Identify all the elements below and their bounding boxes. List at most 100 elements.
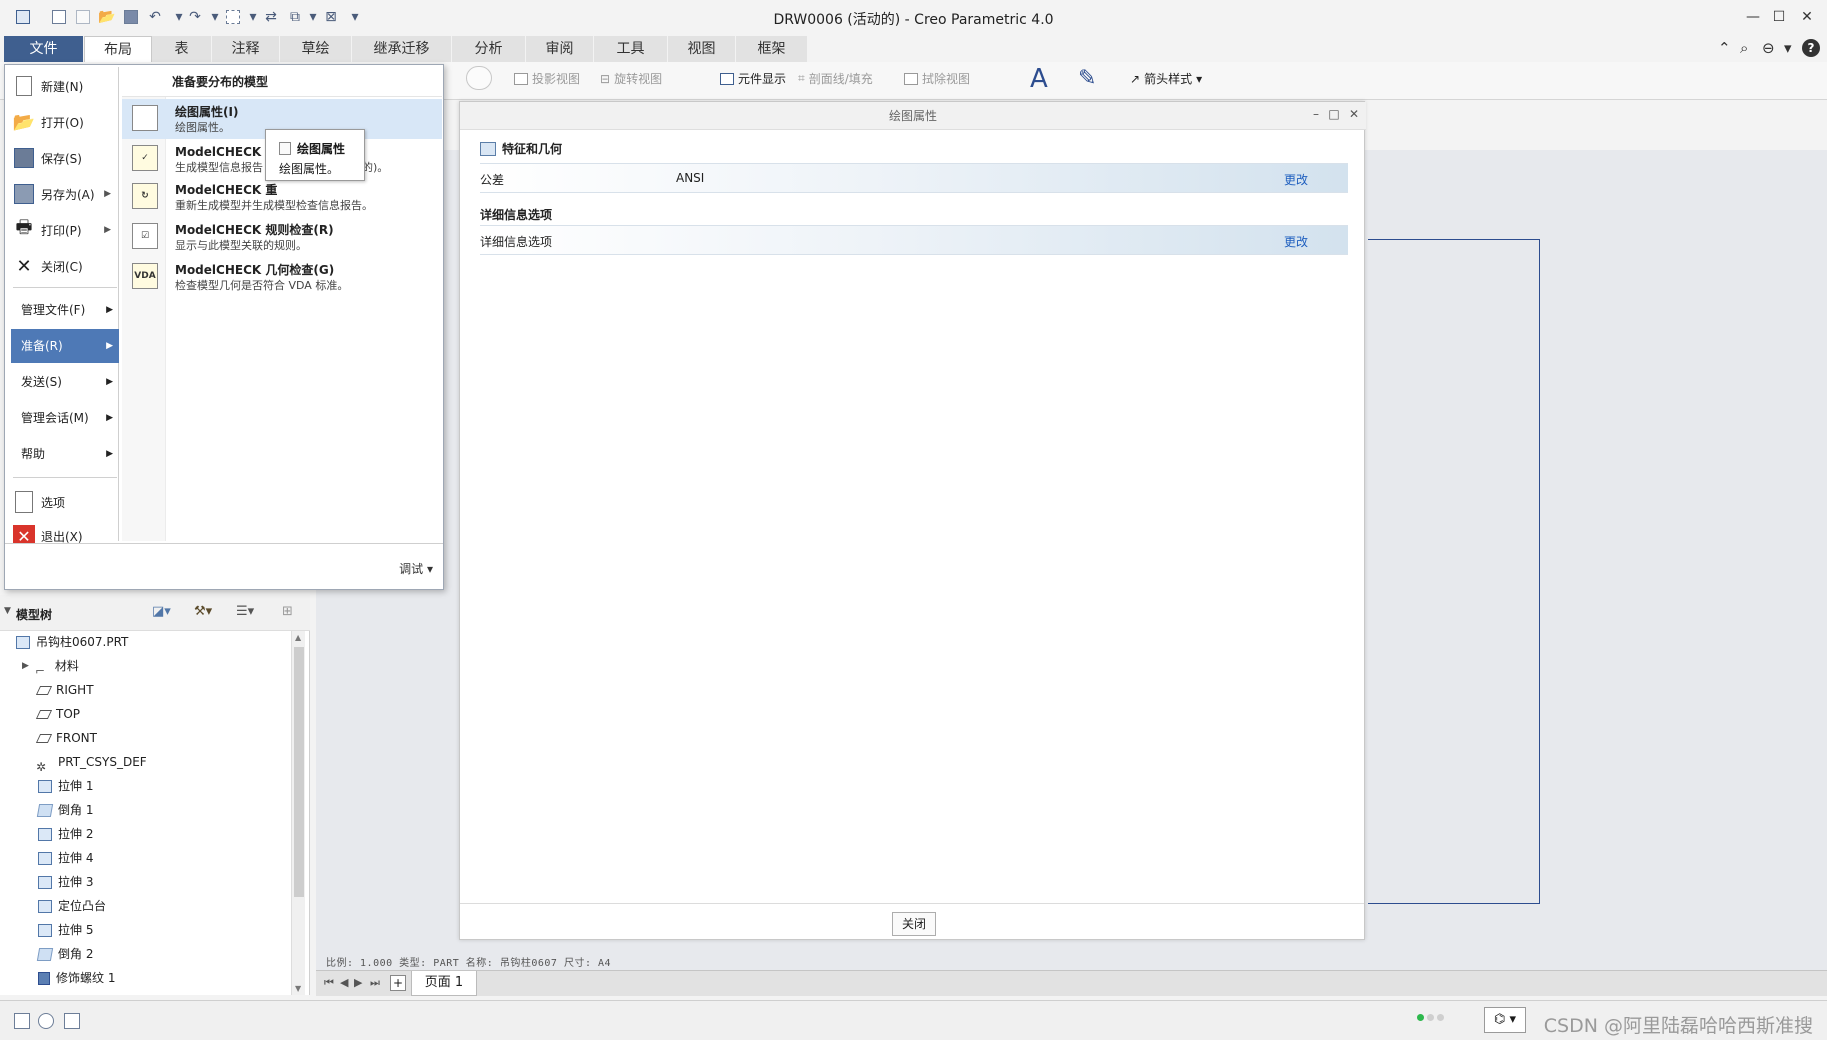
erase-view-button[interactable]: 拭除视图 [904,70,970,87]
browser-toggle-icon[interactable] [38,1013,54,1029]
tab-sketch[interactable]: 草绘 [280,36,352,62]
selection-filter-button[interactable]: ⌬ ▾ [1484,1007,1526,1033]
datum-plane-icon [35,709,53,719]
tree-item-part[interactable]: 吊钩柱0607.PRT [16,631,128,653]
tree-item-chamfer-2[interactable]: 倒角 2 [36,943,93,965]
tree-item-extrude-3[interactable]: 拉伸 3 [38,871,93,893]
options-button[interactable]: 选项 [11,485,117,519]
manage-session-button[interactable]: 管理会话(M) ▶ [11,401,119,435]
prev-page-icon[interactable]: ◀ [340,976,348,989]
detail-options-change-link[interactable]: 更改 [1284,233,1308,250]
tree-item-right[interactable]: RIGHT [35,679,94,701]
general-view-icon[interactable] [466,66,492,90]
navigator-toggle-icon[interactable] [14,1013,30,1029]
tree-item-extrude-4[interactable]: 拉伸 4 [38,847,93,869]
component-display-button[interactable]: 元件显示 [720,70,786,87]
print-button[interactable]: 🖶 打印(P) ▶ [11,213,117,247]
filter-list-icon[interactable]: ☰▾ [236,604,254,619]
scrollbar-thumb[interactable] [294,647,304,897]
text-style-icon[interactable]: A [1030,64,1048,94]
menu-separator [13,477,117,478]
save-as-button[interactable]: 另存为(A) ▶ [11,177,117,211]
save-as-icon [11,181,37,207]
tab-tools[interactable]: 工具 [594,36,668,62]
new-button[interactable]: 新建(N) [11,69,117,103]
modelcheck-check-icon: ✓ [132,145,158,171]
modelcheck-geometry-item[interactable]: VDA ModelCHECK 几何检查(G) 检查模型几何是否符合 VDA 标准… [122,257,442,297]
line-style-icon[interactable]: ✎ [1078,66,1096,91]
drawing-properties-tooltip: 绘图属性 绘图属性。 [265,129,365,181]
manage-file-button[interactable]: 管理文件(F) ▶ [11,293,119,327]
scroll-down-icon[interactable]: ▼ [295,984,301,993]
modelcheck-rules-item[interactable]: ☑ ModelCHECK 规则检查(R) 显示与此模型关联的规则。 [122,217,442,257]
tab-file[interactable]: 文件 [4,36,84,62]
expand-triangle-icon[interactable]: ▶ [22,655,29,677]
tab-layout[interactable]: 布局 [84,36,152,62]
first-page-icon[interactable]: ⏮ [324,976,334,990]
tolerance-change-link[interactable]: 更改 [1284,171,1308,188]
open-folder-icon: 📂 [12,111,36,133]
tree-item-extrude-1[interactable]: 拉伸 1 [38,775,93,797]
minimize-button[interactable]: — [1740,6,1766,28]
next-page-icon[interactable]: ▶ [354,976,362,989]
section-detail-options: 详细信息选项 [480,208,553,222]
community-icon[interactable]: ⊖ [1762,39,1775,57]
community-dropdown-icon[interactable]: ▾ [1784,39,1792,57]
rotate-view-button[interactable]: ⊟ 旋转视图 [600,70,662,87]
tree-item-locating-boss[interactable]: 定位凸台 [38,895,106,917]
send-button[interactable]: 发送(S) ▶ [11,365,119,399]
save-button[interactable]: 保存(S) [11,141,117,175]
fullscreen-toggle-icon[interactable] [64,1013,80,1029]
print-icon: 🖶 [15,217,33,238]
tree-item-front[interactable]: FRONT [35,727,97,749]
modelcheck-regenerate-item[interactable]: ↻ ModelCHECK 重 重新生成模型并生成模型检查信息报告。 [122,177,442,217]
section-fill-button[interactable]: ⌗ 剖面线/填充 [798,70,873,87]
maximize-button[interactable]: ☐ [1766,6,1792,28]
submenu-arrow-icon: ▶ [106,305,113,315]
prepare-button[interactable]: 准备(R) ▶ [11,329,119,363]
tolerance-label: 公差 [480,173,505,187]
tab-table[interactable]: 表 [152,36,212,62]
projection-view-button[interactable]: 投影视图 [514,70,580,87]
tree-item-cosmetic-thread[interactable]: 修饰螺纹 1 [38,967,115,989]
tree-item-csys[interactable]: ✲ PRT_CSYS_DEF [36,751,147,774]
dialog-maximize-icon[interactable]: □ [1326,107,1342,121]
arrow-style-button[interactable]: ↗ 箭头样式 ▾ [1130,70,1202,87]
close-icon: ✕ [16,255,32,277]
extrude-icon [38,779,52,793]
tree-columns-icon[interactable]: ⊞ [282,604,293,619]
tree-item-material[interactable]: ▶ ⌐ 材料 [22,655,79,678]
add-page-button[interactable]: + [390,975,406,991]
collapse-triangle-icon[interactable]: ▼ [4,606,11,616]
settings-icon[interactable]: ⚒▾ [194,604,212,619]
tab-review[interactable]: 审阅 [526,36,594,62]
dialog-close-icon[interactable]: ✕ [1346,107,1362,121]
tab-legacy-migration[interactable]: 继承迁移 [352,36,452,62]
debug-button[interactable]: 调试 ▾ [399,560,433,577]
tree-item-top[interactable]: TOP [35,703,80,725]
collapse-ribbon-icon[interactable]: ⌃ [1718,39,1731,57]
tree-item-extrude-2[interactable]: 拉伸 2 [38,823,93,845]
tab-analysis[interactable]: 分析 [452,36,526,62]
help-icon[interactable]: ? [1802,39,1820,57]
show-icon[interactable]: ◪▾ [152,604,171,619]
search-icon[interactable]: ⌕ [1740,39,1748,57]
last-page-icon[interactable]: ⏭ [370,976,380,990]
csys-icon: ✲ [36,759,47,774]
model-tree-scrollbar[interactable]: ▲ ▼ [291,631,305,995]
tab-framework[interactable]: 框架 [736,36,808,62]
tree-item-chamfer-1[interactable]: 倒角 1 [36,799,93,821]
page-tab[interactable]: 页面 1 [411,971,477,996]
file-menu-footer: 调试 ▾ [5,543,443,589]
tree-item-extrude-5[interactable]: 拉伸 5 [38,919,93,941]
tab-annotate[interactable]: 注释 [212,36,280,62]
dialog-close-button[interactable]: 关闭 [892,912,936,936]
open-button[interactable]: 📂 打开(O) [11,105,117,139]
dialog-minimize-icon[interactable]: – [1308,107,1324,121]
tab-view[interactable]: 视图 [668,36,736,62]
options-icon [11,489,37,515]
help-menu-button[interactable]: 帮助 ▶ [11,437,119,471]
close-file-button[interactable]: ✕ 关闭(C) [11,249,117,283]
scroll-up-icon[interactable]: ▲ [295,633,301,642]
close-button[interactable]: ✕ [1794,6,1820,28]
